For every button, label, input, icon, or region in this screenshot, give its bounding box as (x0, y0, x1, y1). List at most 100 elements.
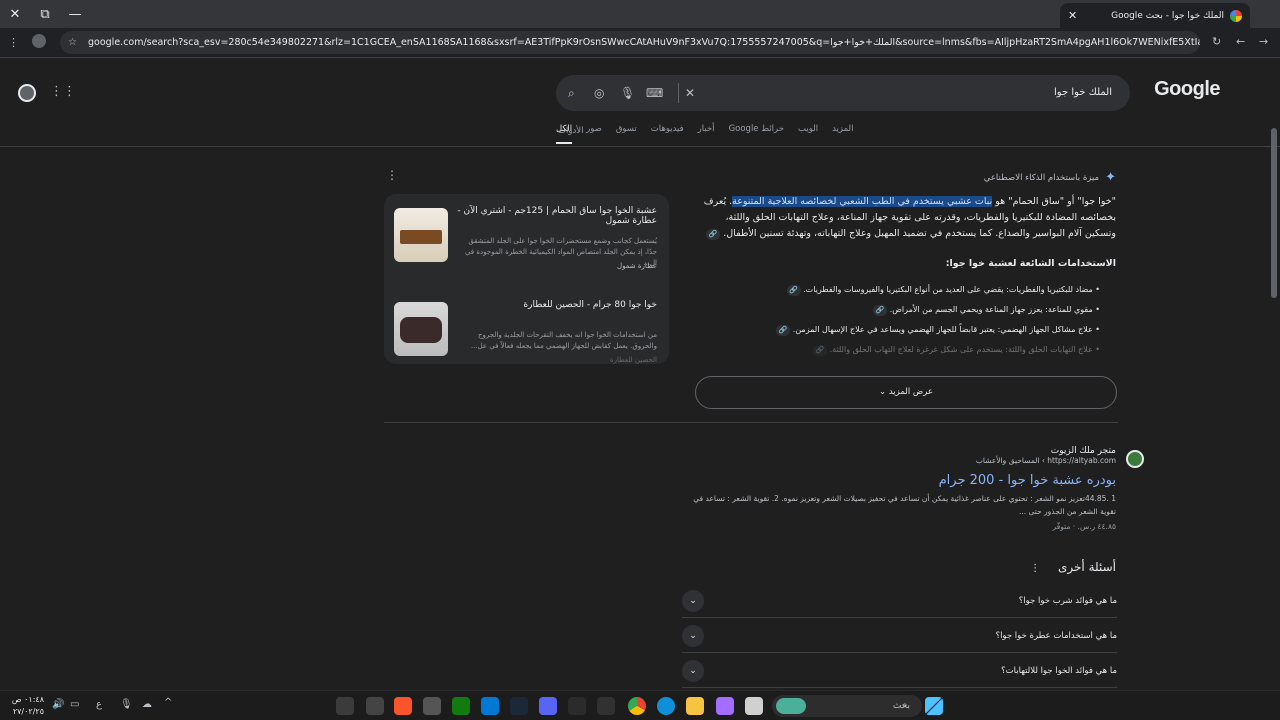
people-also-ask-heading: أسئلة أخرى ⋮ (1030, 560, 1116, 574)
clear-search-icon[interactable]: ✕ (685, 86, 711, 100)
show-more-button[interactable]: عرض المزيد ⌄ (695, 376, 1117, 409)
ai-bullet: علاج مشاكل الجهاز الهضمي: يعتبر قابضاً ل… (680, 320, 1100, 340)
tray-expand-icon[interactable]: ^ (164, 697, 172, 708)
terminal-app-icon[interactable] (568, 697, 586, 715)
apps-grid-icon[interactable]: ⋮⋮ (50, 84, 76, 99)
tab-images[interactable]: صور (586, 124, 602, 144)
tab-maps[interactable]: خرائط Google (729, 124, 784, 144)
result-title-link[interactable]: بودره عشبة خوا جوا - 200 جرام (676, 473, 1116, 488)
link-chip-icon[interactable]: 🔗 (786, 285, 801, 296)
tab-videos[interactable]: فيديوهات (651, 124, 684, 144)
steam-helper-app-icon[interactable] (366, 697, 384, 715)
result-site-name[interactable]: متجر ملك الزيوت (676, 446, 1116, 456)
card-title: خوا جوا 80 جرام - الحصين للعطارة (523, 300, 657, 310)
ai-sparkle-icon: ✦ (1105, 170, 1116, 185)
epic-games-app-icon[interactable] (597, 697, 615, 715)
card-thumbnail (394, 208, 448, 262)
link-chip-icon[interactable]: 🔗 (813, 345, 828, 356)
source-card[interactable]: عشبة الخوا جوا ساق الحمام | 125جم - اشتر… (384, 198, 669, 270)
browser-tab[interactable]: الملك خوا جوا - بحث Google ✕ (1060, 3, 1250, 28)
address-bar: ⋮ ☆ google.com/search?sca_esv=280c54e349… (0, 28, 1280, 58)
page-scrollbar[interactable] (1271, 128, 1277, 298)
notepad-app-icon[interactable] (745, 697, 763, 715)
reload-icon[interactable]: ↻ (1212, 35, 1221, 48)
chevron-down-icon[interactable]: ⌄ (682, 659, 704, 682)
taskbar-search[interactable]: بحث ⌕ (772, 695, 922, 717)
paa-question[interactable]: ما هي استخدامات عطرة خوا جوا؟ ⌄ (682, 619, 1117, 653)
copilot-app-icon[interactable] (716, 697, 734, 715)
language-indicator[interactable]: ع (96, 699, 102, 710)
chevron-down-icon: ⌄ (879, 387, 887, 397)
result-url[interactable]: https://altyab.com › المساحيق والأعشاب (676, 456, 1116, 465)
paa-question[interactable]: ما هي فوائد الخوا جوا للالتهابات؟ ⌄ (682, 654, 1117, 688)
clock-time: ٠١:٤٨ ص (11, 695, 44, 704)
ai-bullet: علاج التهابات الحلق واللثة: يستخدم على ش… (680, 340, 1100, 360)
github-app-icon[interactable] (423, 697, 441, 715)
edge-app-icon[interactable] (657, 697, 675, 715)
site-favicon-icon (1126, 450, 1144, 468)
profile-avatar-icon[interactable] (32, 34, 46, 48)
store-app-icon[interactable] (481, 697, 499, 715)
steam-app-icon[interactable] (510, 697, 528, 715)
menu-dots-icon[interactable]: ⋮ (8, 36, 19, 49)
microphone-tray-icon[interactable]: 🎙 (120, 699, 133, 710)
settings-app-icon[interactable] (336, 697, 354, 715)
brave-app-icon[interactable] (394, 697, 412, 715)
result-snippet: 1 .44.85تعزيز نمو الشعر : تحتوي على عناص… (693, 494, 1116, 516)
volume-icon[interactable]: 🔊 (52, 699, 64, 710)
search-result: متجر ملك الزيوت https://altyab.com › الم… (676, 446, 1144, 531)
tools-button[interactable]: الأدوات (558, 126, 583, 136)
taskbar-clock[interactable]: ٠١:٤٨ ص ٢٧/٠٢/٢٥ (10, 694, 44, 718)
url-field[interactable]: ☆ google.com/search?sca_esv=280c54e34980… (60, 31, 1200, 54)
xbox-app-icon[interactable] (452, 697, 470, 715)
more-options-icon[interactable]: ⋮ (386, 168, 398, 182)
chevron-down-icon[interactable]: ⌄ (682, 589, 704, 612)
source-card[interactable]: خوا جوا 80 جرام - الحصين للعطارة من استخ… (384, 292, 669, 364)
paa-question-text: ما هي فوائد الخوا جوا للالتهابات؟ (1001, 665, 1117, 676)
microphone-icon[interactable]: 🎙 (620, 86, 646, 100)
lens-icon[interactable]: ◎ (594, 86, 620, 100)
chrome-app-icon[interactable] (628, 697, 646, 715)
ai-intro-pre: "خوا جوا" أو "ساق الحمام" هو (992, 196, 1116, 207)
paa-options-icon[interactable]: ⋮ (1030, 563, 1040, 574)
result-price: ٤٤.٨٥ ر.س. · متوفّر (1052, 522, 1116, 531)
paa-question[interactable]: ما هي فوائد شرب خوا جوا؟ ⌄ (682, 584, 1117, 618)
search-icon: ⌕ (902, 700, 908, 711)
link-chip-icon[interactable]: 🔗 (776, 325, 791, 336)
windows-start-icon[interactable] (925, 697, 943, 715)
show-more-label: عرض المزيد (888, 387, 933, 397)
link-chip-icon[interactable]: 🔗 (873, 305, 888, 316)
minimize-window-icon[interactable]: — (60, 7, 90, 22)
discord-app-icon[interactable] (539, 697, 557, 715)
paa-question-text: ما هي فوائد شرب خوا جوا؟ (1018, 595, 1117, 606)
forward-icon[interactable]: → (1259, 35, 1268, 48)
bookmark-star-icon[interactable]: ☆ (68, 31, 77, 54)
tab-more[interactable]: المزيد (832, 124, 853, 144)
keyboard-icon[interactable]: ⌨ (646, 86, 672, 100)
google-logo[interactable]: Google (1154, 78, 1220, 101)
search-icon[interactable]: ⌕ (568, 86, 594, 101)
cloud-icon[interactable]: ☁ (142, 699, 152, 710)
tab-news[interactable]: أخبار (698, 124, 715, 144)
tab-shopping[interactable]: تسوق (616, 124, 637, 144)
account-avatar[interactable] (18, 84, 36, 102)
paa-heading-text: أسئلة أخرى (1058, 560, 1116, 574)
search-query[interactable]: الملك خوا جوا (1054, 75, 1112, 111)
back-icon[interactable]: ← (1236, 35, 1245, 48)
chevron-down-icon[interactable]: ⌄ (682, 624, 704, 647)
paa-question-text: ما هي استخدامات عطرة خوا جوا؟ (995, 630, 1117, 641)
ai-source-cards: عشبة الخوا جوا ساق الحمام | 125جم - اشتر… (384, 194, 669, 364)
ai-bullets: مضاد للبكتيريا والفطريات: يقضي على العدي… (680, 280, 1100, 360)
close-tab-icon[interactable]: ✕ (1068, 9, 1077, 22)
tab-web[interactable]: الويب (798, 124, 818, 144)
file-explorer-app-icon[interactable] (686, 697, 704, 715)
ai-overview-header: ✦ ميزة باستخدام الذكاء الاصطناعي (984, 170, 1116, 185)
search-box[interactable]: ⌕ ◎ 🎙 ⌨ ✕ الملك خوا جوا (556, 75, 1130, 111)
ai-subheading: الاستخدامات الشائعة لعشبة خوا جوا: (945, 258, 1116, 269)
close-window-icon[interactable]: ✕ (0, 7, 30, 22)
link-chip-icon[interactable]: 🔗 (706, 229, 721, 240)
restore-window-icon[interactable]: ⧉ (30, 7, 60, 22)
ai-overview-label: ميزة باستخدام الذكاء الاصطناعي (983, 172, 1100, 183)
network-icon[interactable]: ▭ (70, 699, 79, 710)
section-divider (384, 422, 1118, 423)
